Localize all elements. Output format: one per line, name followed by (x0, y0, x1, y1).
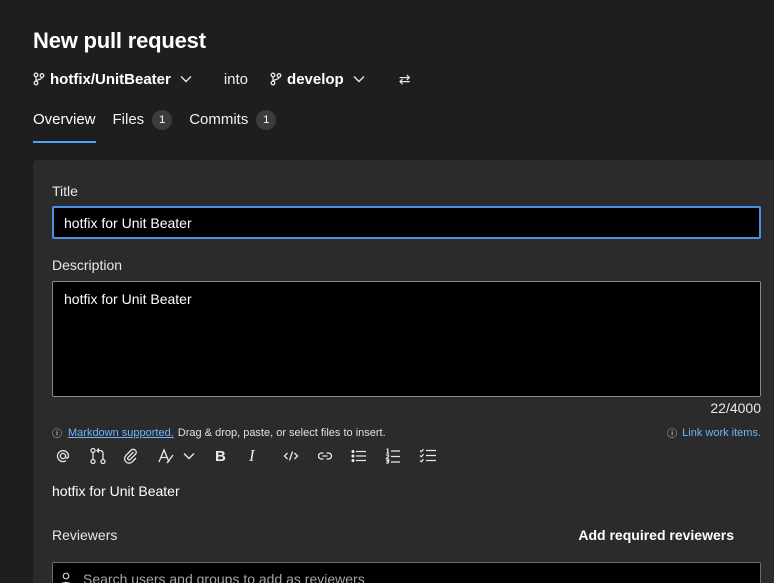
info-icon: ⓘ (52, 429, 62, 440)
character-count: 22/4000 (710, 400, 761, 416)
reviewers-label: Reviewers (52, 527, 118, 543)
markdown-hint: ⓘ Markdown supported. Drag & drop, paste… (52, 425, 386, 441)
source-branch-name: hotfix/UnitBeater (50, 70, 171, 88)
person-icon (61, 572, 71, 583)
tab-label: Files (112, 111, 145, 128)
branch-selector-row: hotfix/UnitBeater into develop ⇄ (33, 68, 410, 90)
info-icon: ⓘ (667, 429, 678, 440)
tab-label: Commits (189, 111, 249, 128)
markdown-supported-link[interactable]: Markdown supported. (68, 427, 174, 439)
reviewer-search-box (52, 562, 761, 583)
link-work-items-button[interactable]: ⓘ Link work items. (667, 425, 761, 441)
checklist-icon[interactable] (419, 444, 453, 468)
title-label: Title (52, 183, 78, 199)
description-preview: hotfix for Unit Beater (52, 483, 180, 499)
bold-icon[interactable]: B (215, 444, 249, 468)
title-input[interactable] (52, 206, 761, 239)
target-branch-dropdown[interactable]: develop (270, 71, 365, 88)
pull-request-form: Title Description hotfix for Unit Beater… (33, 160, 774, 583)
bullet-list-icon[interactable] (351, 444, 385, 468)
into-label: into (223, 70, 249, 88)
tab-overview[interactable]: Overview (33, 108, 96, 144)
files-count-badge: 1 (152, 110, 173, 130)
commits-count-badge: 1 (256, 110, 277, 130)
mention-icon[interactable] (55, 444, 89, 468)
italic-icon[interactable]: I (249, 444, 283, 468)
description-textarea[interactable]: hotfix for Unit Beater (52, 281, 761, 397)
tab-files[interactable]: Files 1 (113, 108, 173, 144)
source-branch-dropdown[interactable]: hotfix/UnitBeater (33, 71, 192, 88)
add-required-reviewers-button[interactable]: Add required reviewers (578, 527, 734, 543)
description-label: Description (52, 257, 123, 273)
branch-icon (270, 72, 282, 86)
pull-request-icon[interactable] (89, 444, 123, 468)
chevron-down-icon (353, 76, 365, 83)
tab-label: Overview (33, 111, 96, 128)
tab-commits[interactable]: Commits 1 (189, 108, 277, 144)
markdown-toolbar: B I (55, 444, 453, 468)
branch-icon (33, 72, 45, 86)
chevron-down-icon[interactable] (183, 444, 215, 468)
page-title: New pull request (33, 28, 206, 53)
chevron-down-icon (180, 76, 192, 83)
swap-branches-icon[interactable]: ⇄ (399, 71, 411, 88)
tab-bar: Overview Files 1 Commits 1 (33, 108, 293, 144)
highlight-icon[interactable] (157, 444, 183, 468)
link-icon[interactable] (317, 444, 351, 468)
attach-icon[interactable] (123, 444, 157, 468)
drag-drop-hint: Drag & drop, paste, or select files to i… (177, 426, 386, 439)
numbered-list-icon[interactable] (385, 444, 419, 468)
target-branch-name: develop (287, 70, 344, 88)
link-work-items-label: Link work items. (682, 426, 761, 439)
code-icon[interactable] (283, 444, 317, 468)
reviewer-search-input[interactable] (83, 571, 683, 583)
